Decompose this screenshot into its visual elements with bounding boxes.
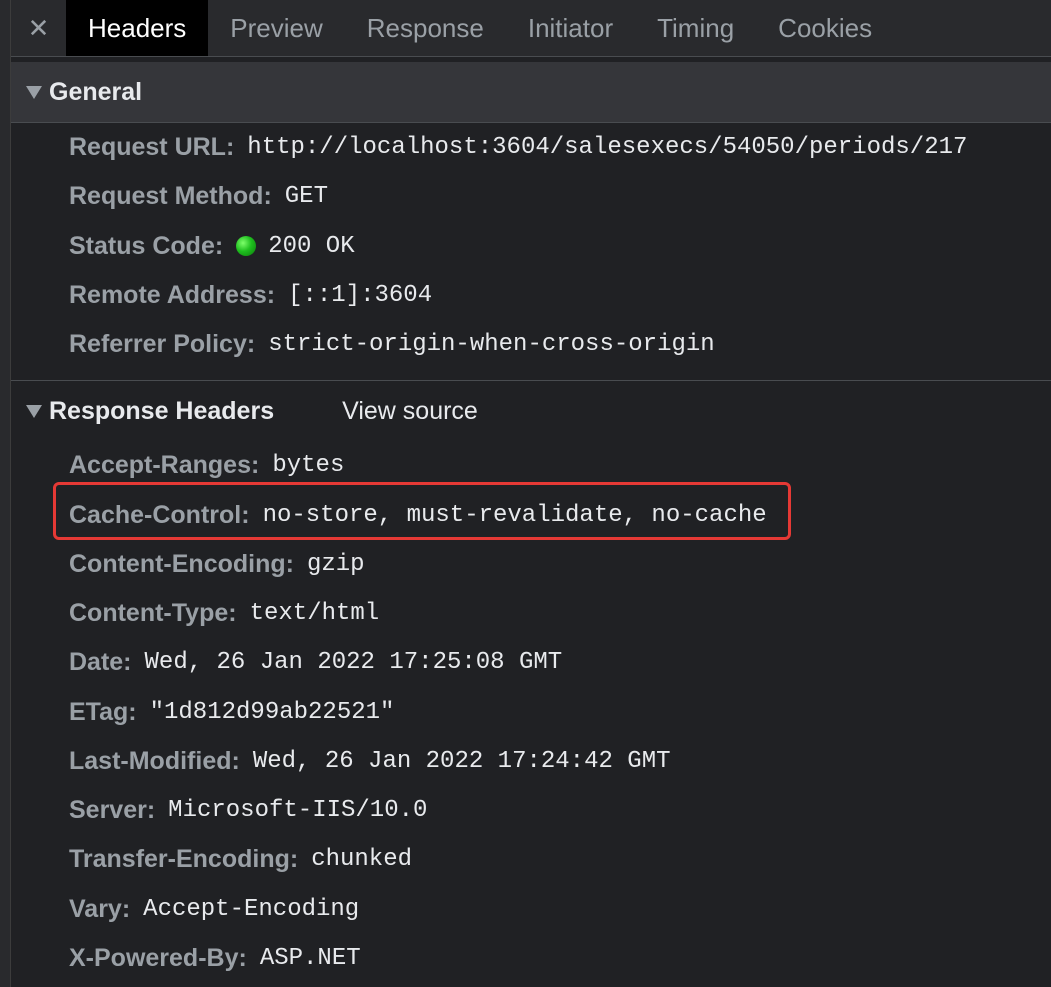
header-row-transfer-encoding: Transfer-Encoding: chunked (69, 839, 412, 879)
header-value[interactable]: [::1]:3604 (288, 282, 432, 309)
header-key: Vary: (69, 894, 131, 923)
header-row-vary: Vary: Accept-Encoding (69, 889, 359, 929)
header-key: Date: (69, 647, 132, 676)
tab-initiator[interactable]: Initiator (506, 0, 635, 56)
header-key: Last-Modified: (69, 746, 240, 775)
highlight-annotation-box (53, 482, 791, 540)
response-headers-section-title: Response Headers (49, 396, 275, 425)
header-value[interactable]: http://localhost:3604/salesexecs/54050/p… (247, 134, 967, 161)
header-row-remote-address: Remote Address: [::1]:3604 (69, 275, 432, 315)
header-row-content-encoding: Content-Encoding: gzip (69, 544, 365, 584)
tab-preview[interactable]: Preview (208, 0, 344, 56)
header-row-date: Date: Wed, 26 Jan 2022 17:25:08 GMT (69, 642, 562, 682)
header-key: Server: (69, 795, 156, 824)
header-value[interactable]: Microsoft-IIS/10.0 (168, 797, 427, 824)
header-key: X-Powered-By: (69, 943, 247, 972)
header-row-accept-ranges: Accept-Ranges: bytes (69, 445, 344, 485)
header-row-request-url: Request URL: http://localhost:3604/sales… (69, 127, 967, 167)
header-value[interactable]: ASP.NET (260, 945, 361, 972)
header-row-etag: ETag: "1d812d99ab22521" (69, 692, 394, 732)
header-value[interactable]: chunked (311, 846, 412, 873)
general-section-title: General (49, 77, 143, 106)
general-section-header[interactable]: General (11, 62, 1051, 123)
tab-timing[interactable]: Timing (635, 0, 756, 56)
header-value[interactable]: Wed, 26 Jan 2022 17:25:08 GMT (145, 649, 563, 676)
header-row-server: Server: Microsoft-IIS/10.0 (69, 790, 427, 830)
header-value[interactable]: GET (285, 183, 328, 210)
header-key: Request Method: (69, 181, 272, 210)
header-value[interactable]: 200 OK (268, 233, 354, 260)
panel-left-edge (0, 0, 11, 987)
header-row-last-modified: Last-Modified: Wed, 26 Jan 2022 17:24:42… (69, 741, 671, 781)
response-headers-section-header[interactable]: Response Headers View source (11, 380, 1051, 441)
header-key: Content-Encoding: (69, 549, 294, 578)
header-value[interactable]: strict-origin-when-cross-origin (268, 331, 714, 358)
tab-response[interactable]: Response (345, 0, 506, 56)
header-key: Status Code: (69, 231, 224, 260)
header-key: Request URL: (69, 132, 235, 161)
expand-triangle-icon[interactable] (26, 85, 42, 99)
header-value[interactable]: "1d812d99ab22521" (150, 699, 395, 726)
header-row-request-method: Request Method: GET (69, 176, 328, 216)
status-ok-icon (236, 236, 257, 256)
header-row-status-code: Status Code: 200 OK (69, 226, 355, 266)
header-key: ETag: (69, 697, 137, 726)
header-key: Content-Type: (69, 598, 237, 627)
header-key: Remote Address: (69, 280, 276, 309)
tab-headers[interactable]: Headers (66, 0, 209, 56)
header-value[interactable]: Wed, 26 Jan 2022 17:24:42 GMT (253, 748, 671, 775)
close-icon[interactable]: ✕ (11, 0, 66, 56)
header-key: Accept-Ranges: (69, 450, 260, 479)
header-value[interactable]: text/html (250, 600, 380, 627)
tab-cookies[interactable]: Cookies (756, 0, 894, 56)
header-key: Transfer-Encoding: (69, 844, 299, 873)
header-row-content-type: Content-Type: text/html (69, 593, 379, 633)
header-row-x-powered-by: X-Powered-By: ASP.NET (69, 938, 361, 978)
expand-triangle-icon[interactable] (26, 404, 42, 418)
view-source-link[interactable]: View source (342, 397, 478, 426)
header-value[interactable]: gzip (307, 551, 365, 578)
header-value[interactable]: bytes (272, 452, 344, 479)
header-value[interactable]: Accept-Encoding (143, 896, 359, 923)
header-row-referrer-policy: Referrer Policy: strict-origin-when-cros… (69, 324, 715, 364)
tab-bar: ✕ Headers Preview Response Initiator Tim… (11, 0, 1051, 57)
header-key: Referrer Policy: (69, 329, 256, 358)
